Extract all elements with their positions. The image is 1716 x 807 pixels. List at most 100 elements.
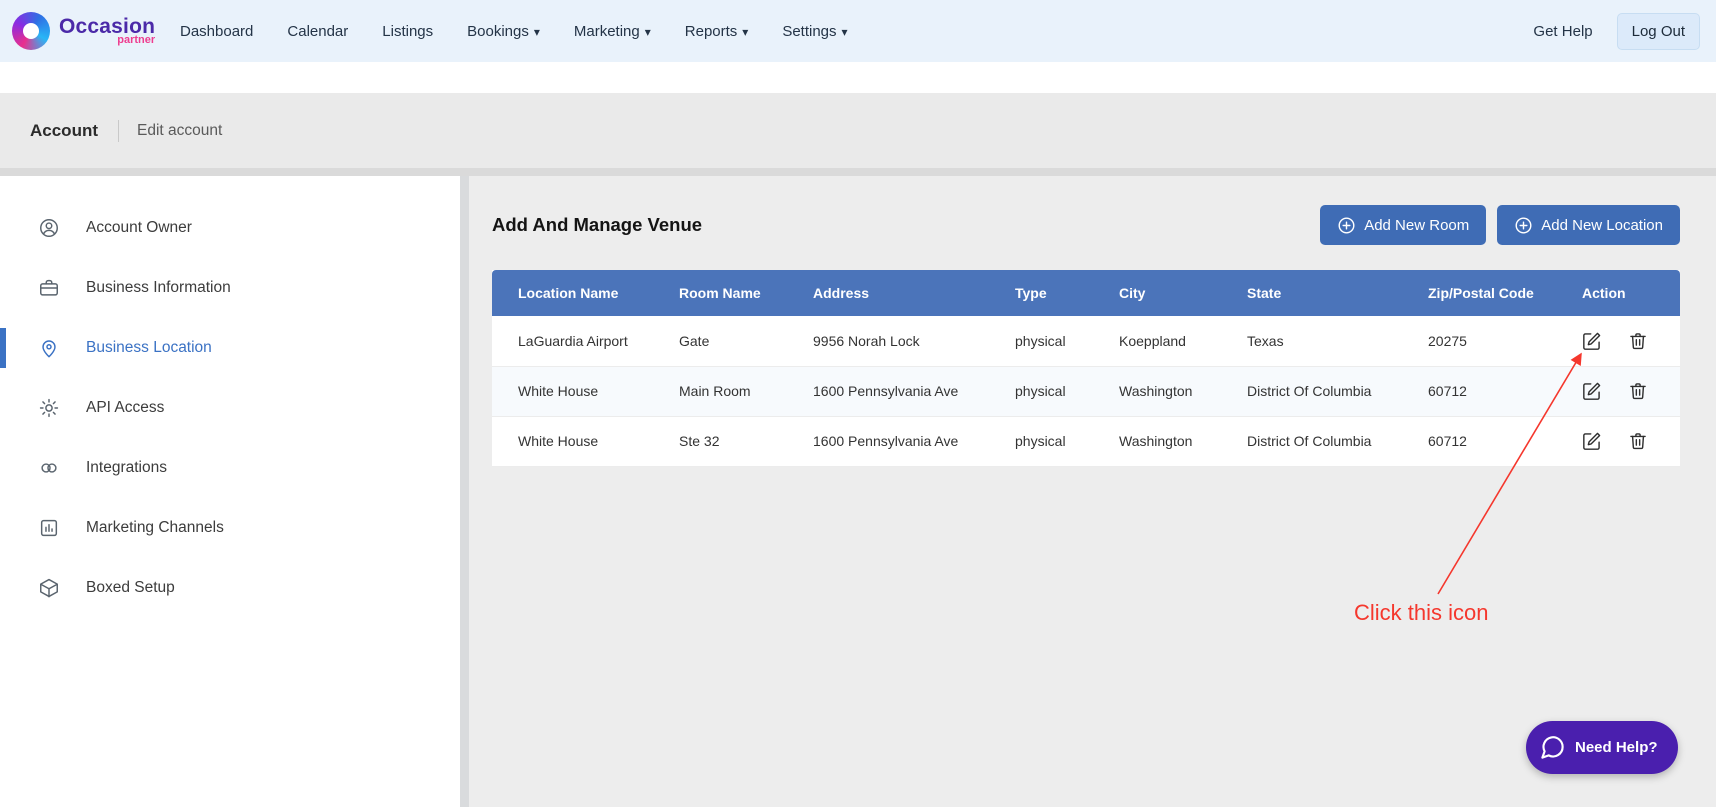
sidebar-item-label: Integrations [86, 459, 167, 476]
chevron-down-icon [534, 23, 540, 40]
cell-room-name: Gate [653, 316, 787, 367]
cell-type: physical [989, 416, 1093, 467]
cell-address: 9956 Norah Lock [787, 316, 989, 367]
page-title: Add And Manage Venue [492, 214, 703, 235]
trash-icon [1630, 383, 1646, 400]
cell-room-name: Ste 32 [653, 416, 787, 467]
col-action: Action [1556, 270, 1680, 316]
plus-circle-icon [1338, 217, 1355, 233]
cell-state: District Of Columbia [1221, 366, 1402, 417]
plus-circle-icon [1515, 217, 1532, 233]
cell-address: 1600 Pennsylvania Ave [787, 416, 989, 467]
logo[interactable]: Occasion partner [12, 12, 162, 50]
cell-type: physical [989, 366, 1093, 417]
sidebar-item-boxed-setup[interactable]: Boxed Setup [0, 558, 460, 618]
chevron-down-icon [842, 23, 848, 40]
cell-city: Washington [1093, 366, 1221, 417]
cell-location-name: LaGuardia Airport [492, 316, 653, 367]
get-help-link[interactable]: Get Help [1533, 23, 1592, 40]
need-help-button[interactable]: Need Help? [1526, 721, 1678, 774]
gear-icon [39, 398, 59, 418]
cell-zip: 60712 [1402, 416, 1556, 467]
log-out-button[interactable]: Log Out [1616, 12, 1700, 50]
cell-actions [1556, 416, 1680, 467]
venues-table: Location Name Room Name Address Type Cit… [492, 270, 1680, 467]
sidebar-item-label: Boxed Setup [86, 579, 175, 596]
cell-address: 1600 Pennsylvania Ave [787, 366, 989, 417]
sidebar-item-integrations[interactable]: Integrations [0, 438, 460, 498]
nav-item-dashboard[interactable]: Dashboard [180, 23, 253, 40]
logo-text: Occasion partner [59, 16, 155, 46]
location-pin-icon [42, 340, 56, 358]
add-new-location-button[interactable]: Add New Location [1497, 205, 1680, 245]
section-divider [0, 168, 1716, 176]
sidebar-item-label: Business Information [86, 279, 231, 296]
sidebar-item-business-location[interactable]: Business Location [0, 318, 460, 378]
box-icon [40, 578, 58, 598]
account-sidebar: Account Owner Business Information Busin… [0, 176, 460, 807]
col-room-name: Room Name [653, 270, 787, 316]
briefcase-icon [40, 279, 58, 296]
sidebar-item-label: Marketing Channels [86, 519, 224, 536]
bar-chart-icon [40, 519, 58, 537]
chat-bubble-icon [1541, 736, 1564, 759]
cell-zip: 60712 [1402, 366, 1556, 417]
col-address: Address [787, 270, 989, 316]
breadcrumb-current-page: Edit account [137, 121, 223, 139]
cell-state: Texas [1221, 316, 1402, 367]
edit-icon [1583, 332, 1601, 350]
nav-item-reports[interactable]: Reports [685, 23, 749, 40]
table-row: LaGuardia Airport Gate 9956 Norah Lock p… [492, 316, 1680, 367]
nav-item-marketing[interactable]: Marketing [574, 23, 651, 40]
delete-venue-button[interactable] [1628, 331, 1648, 351]
cell-zip: 20275 [1402, 316, 1556, 367]
sidebar-item-business-information[interactable]: Business Information [0, 258, 460, 318]
venue-content: Add And Manage Venue Add New Room Add Ne… [469, 176, 1716, 807]
rings-icon [41, 463, 57, 473]
col-location-name: Location Name [492, 270, 653, 316]
occasion-logo-icon [12, 12, 50, 50]
cell-type: physical [989, 316, 1093, 367]
main-area: Account Owner Business Information Busin… [0, 176, 1716, 807]
cell-location-name: White House [492, 416, 653, 467]
cell-state: District Of Columbia [1221, 416, 1402, 467]
edit-venue-button[interactable] [1582, 431, 1602, 451]
main-nav: Dashboard Calendar Listings Bookings Mar… [180, 23, 848, 40]
nav-item-bookings[interactable]: Bookings [467, 23, 540, 40]
delete-venue-button[interactable] [1628, 381, 1648, 401]
table-header-row: Location Name Room Name Address Type Cit… [492, 270, 1680, 316]
col-state: State [1221, 270, 1402, 316]
edit-icon [1583, 382, 1601, 400]
sidebar-item-label: Account Owner [86, 219, 192, 236]
table-row: White House Main Room 1600 Pennsylvania … [492, 366, 1680, 417]
logo-subtitle: partner [117, 34, 156, 46]
chevron-down-icon [645, 23, 651, 40]
cell-location-name: White House [492, 366, 653, 417]
breadcrumb: Account Edit account [0, 93, 1716, 168]
user-icon [40, 219, 58, 237]
sidebar-item-label: Business Location [86, 339, 212, 356]
table-row: White House Ste 32 1600 Pennsylvania Ave… [492, 416, 1680, 467]
header-buttons: Add New Room Add New Location [1320, 205, 1680, 245]
delete-venue-button[interactable] [1628, 431, 1648, 451]
edit-venue-button[interactable] [1582, 331, 1602, 351]
nav-item-listings[interactable]: Listings [382, 23, 433, 40]
cell-city: Washington [1093, 416, 1221, 467]
cell-city: Koeppland [1093, 316, 1221, 367]
col-type: Type [989, 270, 1093, 316]
add-new-room-button[interactable]: Add New Room [1320, 205, 1487, 245]
nav-item-settings[interactable]: Settings [782, 23, 847, 40]
sidebar-item-marketing-channels[interactable]: Marketing Channels [0, 498, 460, 558]
trash-icon [1630, 433, 1646, 450]
sidebar-item-account-owner[interactable]: Account Owner [0, 198, 460, 258]
cell-actions [1556, 366, 1680, 417]
nav-item-calendar[interactable]: Calendar [287, 23, 348, 40]
header-spacer [0, 62, 1716, 93]
edit-venue-button[interactable] [1582, 381, 1602, 401]
cell-actions [1556, 316, 1680, 367]
top-navbar: Occasion partner Dashboard Calendar List… [0, 0, 1716, 62]
col-city: City [1093, 270, 1221, 316]
col-zip: Zip/Postal Code [1402, 270, 1556, 316]
sidebar-item-api-access[interactable]: API Access [0, 378, 460, 438]
chevron-down-icon [742, 23, 748, 40]
